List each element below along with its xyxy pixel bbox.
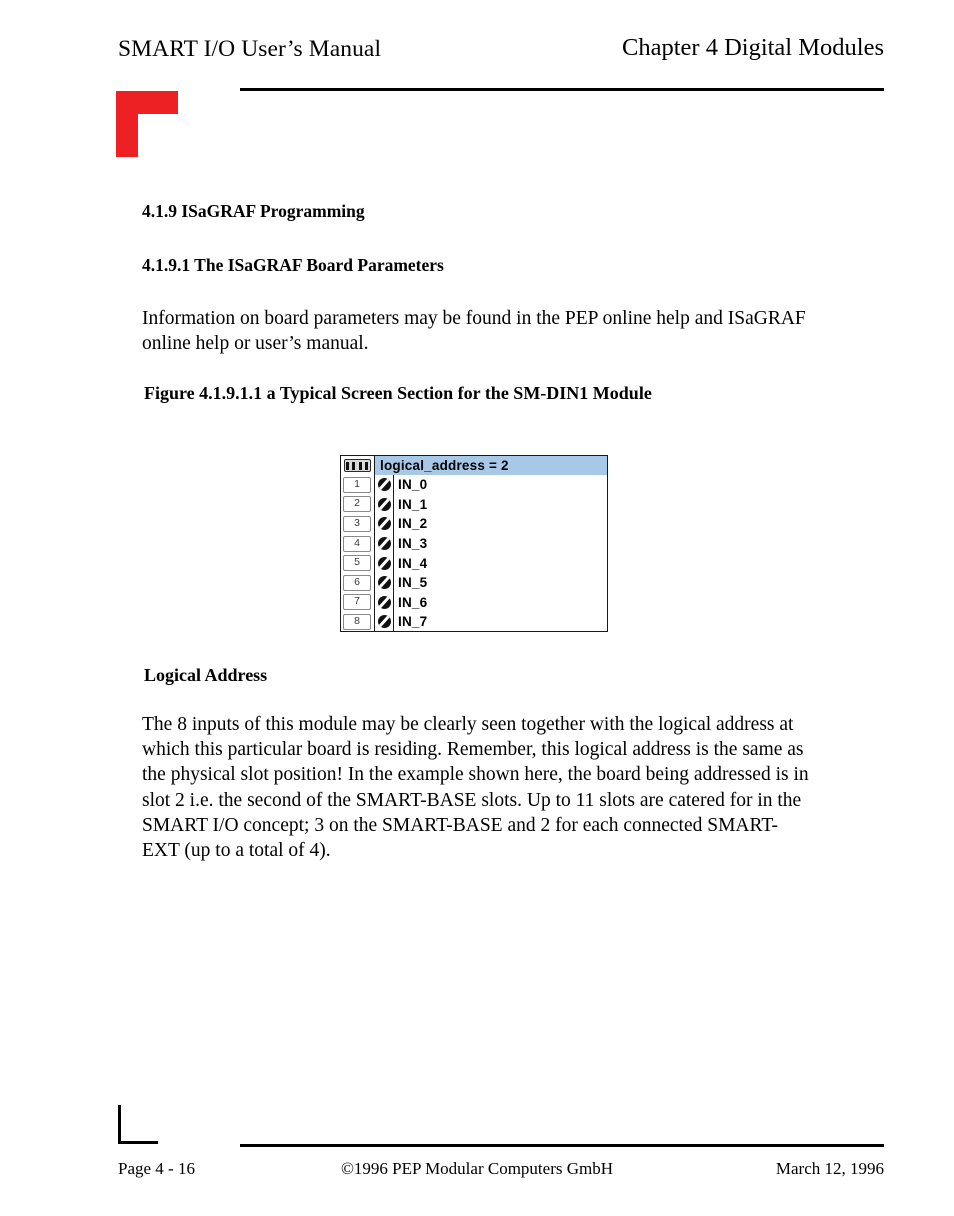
logical-address-heading: Logical Address xyxy=(144,665,268,685)
channel-label: IN_2 xyxy=(398,516,428,532)
channel-state-cell[interactable] xyxy=(374,572,394,593)
channel-label: IN_4 xyxy=(398,555,428,571)
isagraf-channel-list: 1 IN_0 2 IN_1 3 IN_2 4 IN_3 5 IN_4 6 IN_5 7 IN_6 8 IN_7 xyxy=(341,475,607,631)
manual-title: SMART I/O User’s Manual xyxy=(118,36,382,62)
circle-slash-icon xyxy=(377,595,391,609)
channel-pin-cell[interactable]: 6 xyxy=(341,572,374,593)
isagraf-channel-row[interactable]: 4 IN_3 xyxy=(341,533,607,554)
isagraf-board-parameters-panel[interactable]: logical_address = 2 1 IN_0 2 IN_1 3 IN_2 4 IN_3… xyxy=(340,455,608,632)
channel-state-cell[interactable] xyxy=(374,533,394,554)
isagraf-channel-row[interactable]: 1 IN_0 xyxy=(341,475,607,495)
channel-state-cell[interactable] xyxy=(374,612,394,631)
header-divider xyxy=(240,88,884,91)
bottom-corner-mark-icon xyxy=(118,1105,158,1144)
section-heading: 4.1.9 ISaGRAF Programming xyxy=(142,201,365,221)
channel-pin-cell[interactable]: 3 xyxy=(341,514,374,534)
chapter-title: Chapter 4 Digital Modules xyxy=(622,34,884,61)
intro-paragraph: Information on board parameters may be f… xyxy=(142,308,806,355)
channel-label: IN_3 xyxy=(398,536,428,552)
circle-slash-icon xyxy=(377,517,391,531)
channel-pin-cell[interactable]: 2 xyxy=(341,494,374,515)
isagraf-title-label: logical_address = 2 xyxy=(374,456,607,475)
channel-state-cell[interactable] xyxy=(374,475,394,495)
circle-slash-icon xyxy=(377,537,391,551)
isagraf-channel-row[interactable]: 5 IN_4 xyxy=(341,553,607,573)
figure-caption: Figure 4.1.9.1.1 a Typical Screen Sectio… xyxy=(144,383,652,403)
channel-pin-cell[interactable]: 7 xyxy=(341,592,374,613)
channel-state-cell[interactable] xyxy=(374,592,394,613)
isagraf-channel-row[interactable]: 2 IN_1 xyxy=(341,494,607,515)
channel-state-cell[interactable] xyxy=(374,553,394,573)
channel-pin-cell[interactable]: 1 xyxy=(341,475,374,495)
corner-mark-vertical-arm xyxy=(118,1105,121,1144)
channel-pin-number: 4 xyxy=(343,535,371,552)
channel-label: IN_6 xyxy=(398,594,428,610)
isagraf-channel-row[interactable]: 7 IN_6 xyxy=(341,592,607,613)
circle-slash-icon xyxy=(377,478,391,492)
channel-label: IN_5 xyxy=(398,575,428,591)
channel-pin-cell[interactable]: 4 xyxy=(341,533,374,554)
isagraf-channel-row[interactable]: 6 IN_5 xyxy=(341,572,607,593)
page-header: SMART I/O User’s Manual Chapter 4 Digita… xyxy=(0,0,954,91)
footer-divider xyxy=(240,1144,884,1147)
channel-pin-number: 6 xyxy=(343,574,371,591)
channel-label: IN_1 xyxy=(398,496,428,512)
channel-state-cell[interactable] xyxy=(374,514,394,534)
channel-pin-number: 7 xyxy=(343,594,371,611)
channel-pin-number: 1 xyxy=(343,476,371,493)
circle-slash-icon xyxy=(377,576,391,590)
top-corner-mark-icon xyxy=(116,91,178,157)
board-icon-cell xyxy=(341,456,374,475)
isagraf-channel-row[interactable]: 8 IN_7 xyxy=(341,612,607,631)
channel-pin-number: 5 xyxy=(343,555,371,572)
corner-mark-vertical-arm xyxy=(116,91,138,157)
isagraf-channel-row[interactable]: 3 IN_2 xyxy=(341,514,607,534)
circle-slash-icon xyxy=(377,556,391,570)
chip-icon xyxy=(343,459,371,472)
channel-pin-cell[interactable]: 5 xyxy=(341,553,374,573)
channel-label: IN_0 xyxy=(398,477,428,493)
isagraf-titlebar[interactable]: logical_address = 2 xyxy=(341,456,607,475)
circle-slash-icon xyxy=(377,497,391,511)
channel-state-cell[interactable] xyxy=(374,494,394,515)
channel-pin-number: 3 xyxy=(343,515,371,532)
body-paragraph: The 8 inputs of this module may be clear… xyxy=(142,714,809,862)
channel-pin-cell[interactable]: 8 xyxy=(341,612,374,631)
corner-mark-horizontal-arm xyxy=(118,1141,158,1144)
circle-slash-icon xyxy=(377,615,391,629)
channel-label: IN_7 xyxy=(398,614,428,630)
channel-pin-number: 2 xyxy=(343,496,371,513)
publication-date: March 12, 1996 xyxy=(775,1159,884,1178)
channel-pin-number: 8 xyxy=(343,613,371,630)
subsection-heading: 4.1.9.1 The ISaGRAF Board Parameters xyxy=(142,255,444,275)
